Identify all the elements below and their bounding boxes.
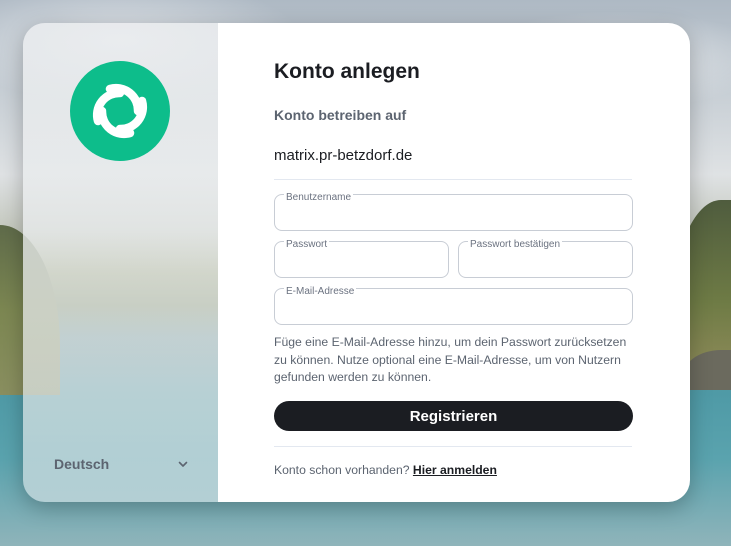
language-label: Deutsch	[54, 456, 110, 472]
page-title: Konto anlegen	[274, 60, 420, 83]
username-field[interactable]: Benutzername	[274, 192, 633, 231]
password-confirm-input[interactable]	[469, 253, 622, 271]
divider-top	[274, 179, 632, 180]
username-label: Benutzername	[284, 192, 354, 204]
username-input[interactable]	[285, 206, 622, 224]
divider-bottom	[274, 446, 632, 447]
register-button[interactable]: Registrieren	[274, 401, 633, 431]
login-prompt: Konto schon vorhanden? Hier anmelden	[274, 463, 497, 477]
side-panel: Deutsch	[23, 23, 218, 502]
language-selector[interactable]: Deutsch	[54, 453, 189, 475]
element-logo-icon	[70, 61, 170, 161]
password-field[interactable]: Passwort	[274, 239, 449, 278]
email-label: E-Mail-Adresse	[284, 286, 357, 298]
password-confirm-label: Passwort bestätigen	[468, 239, 563, 251]
server-name: matrix.pr-betzdorf.de	[274, 147, 413, 164]
form-panel: Konto anlegen Konto betreiben auf matrix…	[218, 23, 690, 502]
email-field[interactable]: E-Mail-Adresse	[274, 286, 633, 325]
login-link[interactable]: Hier anmelden	[413, 463, 497, 477]
password-label: Passwort	[284, 239, 330, 251]
password-input[interactable]	[285, 253, 438, 271]
chevron-down-icon	[178, 461, 188, 467]
registration-card: Deutsch Konto anlegen Konto betreiben au…	[23, 23, 690, 502]
email-input[interactable]	[285, 300, 622, 318]
password-confirm-field[interactable]: Passwort bestätigen	[458, 239, 633, 278]
login-prompt-text: Konto schon vorhanden?	[274, 463, 410, 477]
server-label: Konto betreiben auf	[274, 107, 407, 123]
email-help-text: Füge eine E-Mail-Adresse hinzu, um dein …	[274, 335, 627, 384]
